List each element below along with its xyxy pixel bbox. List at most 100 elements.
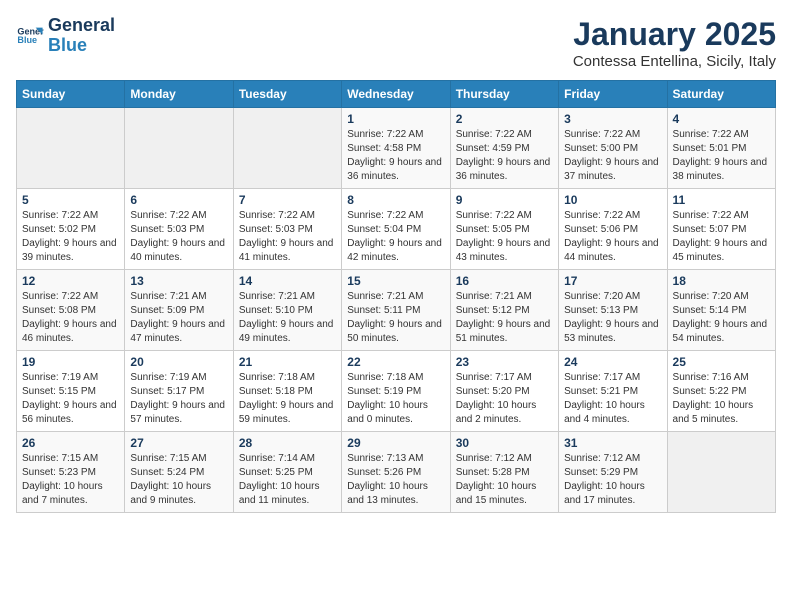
calendar-cell: 31 Sunrise: 7:12 AMSunset: 5:29 PMDayligh…: [559, 432, 667, 513]
calendar-cell: 19 Sunrise: 7:19 AMSunset: 5:15 PMDayligh…: [17, 351, 125, 432]
day-number: 23: [456, 355, 553, 369]
day-info: Sunrise: 7:22 AMSunset: 4:58 PMDaylight:…: [347, 128, 444, 184]
day-info: Sunrise: 7:22 AMSunset: 5:00 PMDaylight:…: [564, 128, 661, 184]
calendar-cell: [17, 108, 125, 189]
day-info: Sunrise: 7:17 AMSunset: 5:20 PMDaylight:…: [456, 371, 553, 427]
calendar-cell: 23 Sunrise: 7:17 AMSunset: 5:20 PMDayligh…: [450, 351, 558, 432]
weekday-header-tuesday: Tuesday: [233, 81, 341, 108]
calendar-cell: 6 Sunrise: 7:22 AMSunset: 5:03 PMDaylight…: [125, 189, 233, 270]
day-number: 14: [239, 274, 336, 288]
weekday-header-row: SundayMondayTuesdayWednesdayThursdayFrid…: [17, 81, 776, 108]
calendar-table: SundayMondayTuesdayWednesdayThursdayFrid…: [16, 80, 776, 513]
day-number: 29: [347, 436, 444, 450]
calendar-cell: 7Sunrise: 7:22 AMSunset: 5:03 PMDaylight…: [233, 189, 341, 270]
svg-text:Blue: Blue: [17, 35, 37, 45]
logo-icon: General Blue: [16, 22, 44, 50]
calendar-cell: 9 Sunrise: 7:22 AMSunset: 5:05 PMDaylight…: [450, 189, 558, 270]
month-title: January 2025: [573, 16, 776, 53]
day-number: 19: [22, 355, 119, 369]
logo-text: General Blue: [48, 16, 115, 56]
day-info: Sunrise: 7:18 AMSunset: 5:19 PMDaylight:…: [347, 371, 444, 427]
day-info: Sunrise: 7:22 AMSunset: 5:02 PMDaylight:…: [22, 209, 119, 265]
calendar-cell: 27Sunrise: 7:15 AMSunset: 5:24 PMDayligh…: [125, 432, 233, 513]
day-number: 17: [564, 274, 661, 288]
day-info: Sunrise: 7:22 AMSunset: 5:06 PMDaylight:…: [564, 209, 661, 265]
calendar-cell: 13Sunrise: 7:21 AMSunset: 5:09 PMDayligh…: [125, 270, 233, 351]
calendar-cell: 3Sunrise: 7:22 AMSunset: 5:00 PMDaylight…: [559, 108, 667, 189]
weekday-header-saturday: Saturday: [667, 81, 775, 108]
day-info: Sunrise: 7:22 AMSunset: 5:07 PMDaylight:…: [673, 209, 770, 265]
week-row-2: 5Sunrise: 7:22 AMSunset: 5:02 PMDaylight…: [17, 189, 776, 270]
day-number: 24: [564, 355, 661, 369]
day-number: 30: [456, 436, 553, 450]
day-number: 7: [239, 193, 336, 207]
calendar-cell: 24 Sunrise: 7:17 AMSunset: 5:21 PMDayligh…: [559, 351, 667, 432]
calendar-cell: 8 Sunrise: 7:22 AMSunset: 5:04 PMDaylight…: [342, 189, 450, 270]
weekday-header-friday: Friday: [559, 81, 667, 108]
day-number: 1: [347, 112, 444, 126]
calendar-cell: 5Sunrise: 7:22 AMSunset: 5:02 PMDaylight…: [17, 189, 125, 270]
calendar-cell: 21 Sunrise: 7:18 AMSunset: 5:18 PMDayligh…: [233, 351, 341, 432]
calendar-cell: 1 Sunrise: 7:22 AMSunset: 4:58 PMDaylight…: [342, 108, 450, 189]
calendar-cell: 22 Sunrise: 7:18 AMSunset: 5:19 PMDayligh…: [342, 351, 450, 432]
day-info: Sunrise: 7:19 AMSunset: 5:17 PMDaylight:…: [130, 371, 227, 427]
weekday-header-monday: Monday: [125, 81, 233, 108]
day-number: 4: [673, 112, 770, 126]
day-info: Sunrise: 7:22 AMSunset: 5:08 PMDaylight:…: [22, 290, 119, 346]
calendar-cell: 28 Sunrise: 7:14 AMSunset: 5:25 PMDayligh…: [233, 432, 341, 513]
calendar-cell: 20 Sunrise: 7:19 AMSunset: 5:17 PMDayligh…: [125, 351, 233, 432]
day-number: 11: [673, 193, 770, 207]
day-info: Sunrise: 7:17 AMSunset: 5:21 PMDaylight:…: [564, 371, 661, 427]
day-info: Sunrise: 7:21 AMSunset: 5:10 PMDaylight:…: [239, 290, 336, 346]
header: General Blue General Blue January 2025 C…: [16, 16, 776, 70]
week-row-3: 12 Sunrise: 7:22 AMSunset: 5:08 PMDayligh…: [17, 270, 776, 351]
day-info: Sunrise: 7:12 AMSunset: 5:29 PMDaylight:…: [564, 452, 661, 508]
title-area: January 2025 Contessa Entellina, Sicily,…: [573, 16, 776, 70]
weekday-header-sunday: Sunday: [17, 81, 125, 108]
day-number: 22: [347, 355, 444, 369]
day-number: 10: [564, 193, 661, 207]
calendar-cell: 12 Sunrise: 7:22 AMSunset: 5:08 PMDayligh…: [17, 270, 125, 351]
day-info: Sunrise: 7:14 AMSunset: 5:25 PMDaylight:…: [239, 452, 336, 508]
day-number: 2: [456, 112, 553, 126]
day-info: Sunrise: 7:20 AMSunset: 5:14 PMDaylight:…: [673, 290, 770, 346]
day-info: Sunrise: 7:12 AMSunset: 5:28 PMDaylight:…: [456, 452, 553, 508]
day-number: 21: [239, 355, 336, 369]
day-number: 12: [22, 274, 119, 288]
day-info: Sunrise: 7:19 AMSunset: 5:15 PMDaylight:…: [22, 371, 119, 427]
calendar-cell: 18 Sunrise: 7:20 AMSunset: 5:14 PMDayligh…: [667, 270, 775, 351]
day-number: 28: [239, 436, 336, 450]
day-info: Sunrise: 7:21 AMSunset: 5:09 PMDaylight:…: [130, 290, 227, 346]
week-row-1: 1 Sunrise: 7:22 AMSunset: 4:58 PMDaylight…: [17, 108, 776, 189]
day-info: Sunrise: 7:18 AMSunset: 5:18 PMDaylight:…: [239, 371, 336, 427]
day-info: Sunrise: 7:22 AMSunset: 5:01 PMDaylight:…: [673, 128, 770, 184]
day-number: 26: [22, 436, 119, 450]
day-info: Sunrise: 7:16 AMSunset: 5:22 PMDaylight:…: [673, 371, 770, 427]
day-info: Sunrise: 7:22 AMSunset: 5:04 PMDaylight:…: [347, 209, 444, 265]
day-info: Sunrise: 7:21 AMSunset: 5:12 PMDaylight:…: [456, 290, 553, 346]
day-info: Sunrise: 7:22 AMSunset: 5:03 PMDaylight:…: [130, 209, 227, 265]
day-number: 8: [347, 193, 444, 207]
day-number: 18: [673, 274, 770, 288]
day-info: Sunrise: 7:22 AMSunset: 4:59 PMDaylight:…: [456, 128, 553, 184]
day-number: 15: [347, 274, 444, 288]
day-info: Sunrise: 7:15 AMSunset: 5:23 PMDaylight:…: [22, 452, 119, 508]
day-number: 31: [564, 436, 661, 450]
day-number: 27: [130, 436, 227, 450]
week-row-4: 19 Sunrise: 7:19 AMSunset: 5:15 PMDayligh…: [17, 351, 776, 432]
weekday-header-thursday: Thursday: [450, 81, 558, 108]
calendar-cell: 25Sunrise: 7:16 AMSunset: 5:22 PMDayligh…: [667, 351, 775, 432]
day-number: 9: [456, 193, 553, 207]
calendar-cell: 4 Sunrise: 7:22 AMSunset: 5:01 PMDaylight…: [667, 108, 775, 189]
calendar-cell: 10 Sunrise: 7:22 AMSunset: 5:06 PMDayligh…: [559, 189, 667, 270]
day-number: 6: [130, 193, 227, 207]
day-number: 20: [130, 355, 227, 369]
calendar-cell: 17Sunrise: 7:20 AMSunset: 5:13 PMDayligh…: [559, 270, 667, 351]
day-info: Sunrise: 7:13 AMSunset: 5:26 PMDaylight:…: [347, 452, 444, 508]
calendar-cell: 29 Sunrise: 7:13 AMSunset: 5:26 PMDayligh…: [342, 432, 450, 513]
day-info: Sunrise: 7:22 AMSunset: 5:05 PMDaylight:…: [456, 209, 553, 265]
logo: General Blue General Blue: [16, 16, 115, 56]
weekday-header-wednesday: Wednesday: [342, 81, 450, 108]
calendar-cell: 26 Sunrise: 7:15 AMSunset: 5:23 PMDayligh…: [17, 432, 125, 513]
calendar-cell: [125, 108, 233, 189]
